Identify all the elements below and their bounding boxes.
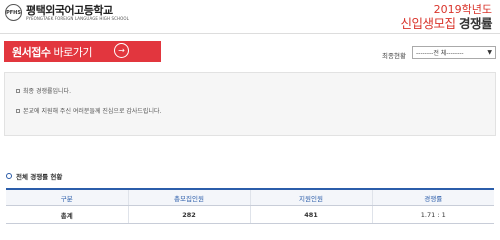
school-name-en: PYEONGTAEK FOREIGN LANGUAGE HIGH SCHOOL [26,15,129,21]
column-header-total-quota: 총모집인원 [127,189,250,206]
school-logo[interactable]: PFHS 평택외국어고등학교 PYEONGTAEK FOREIGN LANGUA… [5,4,129,21]
page-title-year: 2019학년도 [433,3,492,16]
filter-label: 최종현황 [382,52,406,60]
apply-now-label-light: 바로가기 [53,45,92,59]
school-emblem-icon: PFHS [5,4,22,21]
page-title-lead: 신입생모집 [400,16,456,31]
notice-line: 본교에 지원해 주신 여러분들께 진심으로 감사드립니다. [16,106,161,115]
cell-category: 총계 [6,205,128,224]
square-bullet-icon [16,88,20,93]
apply-now-button[interactable]: 원서접수 바로가기 → [4,41,161,62]
cell-applicants: 481 [249,205,372,224]
chevron-down-icon: ▼ [487,49,492,56]
notice-text-2: 본교에 지원해 주신 여러분들께 진심으로 감사드립니다. [23,108,162,115]
section-title: 전체 경쟁률 현황 [6,171,62,181]
department-select[interactable]: --------전 체-------- ▼ [412,46,496,59]
notice-box: 최종 경쟁률입니다. 본교에 지원해 주신 여러분들께 진심으로 감사드립니다. [4,72,496,136]
table-header-row: 구분 총모집인원 지원인원 경쟁률 [6,189,494,206]
section-title-text: 전체 경쟁률 현황 [16,173,63,181]
page-title-tail: 경쟁률 [458,16,493,31]
column-header-competition-rate: 경쟁률 [371,189,494,206]
school-name: 평택외국어고등학교 [26,3,113,17]
header-divider [0,33,500,34]
square-bullet-icon [16,108,20,113]
department-select-value: --------전 체-------- [416,50,464,57]
arrow-right-icon: → [114,43,129,58]
cell-competition-rate: 1.71 : 1 [371,205,494,224]
column-header-applicants: 지원인원 [249,189,372,206]
circle-bullet-icon [6,173,12,179]
page-title: 2019학년도 신입생모집 경쟁률 [400,3,492,32]
notice-text-1: 최종 경쟁률입니다. [23,88,71,95]
competition-rate-table: 구분 총모집인원 지원인원 경쟁률 총계 282 481 1.71 : 1 [6,188,494,224]
column-header-category: 구분 [6,189,128,206]
table-row: 총계 282 481 1.71 : 1 [6,205,494,224]
notice-line: 최종 경쟁률입니다. [16,86,71,95]
cell-total-quota: 282 [127,205,250,224]
apply-now-label-bold: 원서접수 [12,45,51,59]
